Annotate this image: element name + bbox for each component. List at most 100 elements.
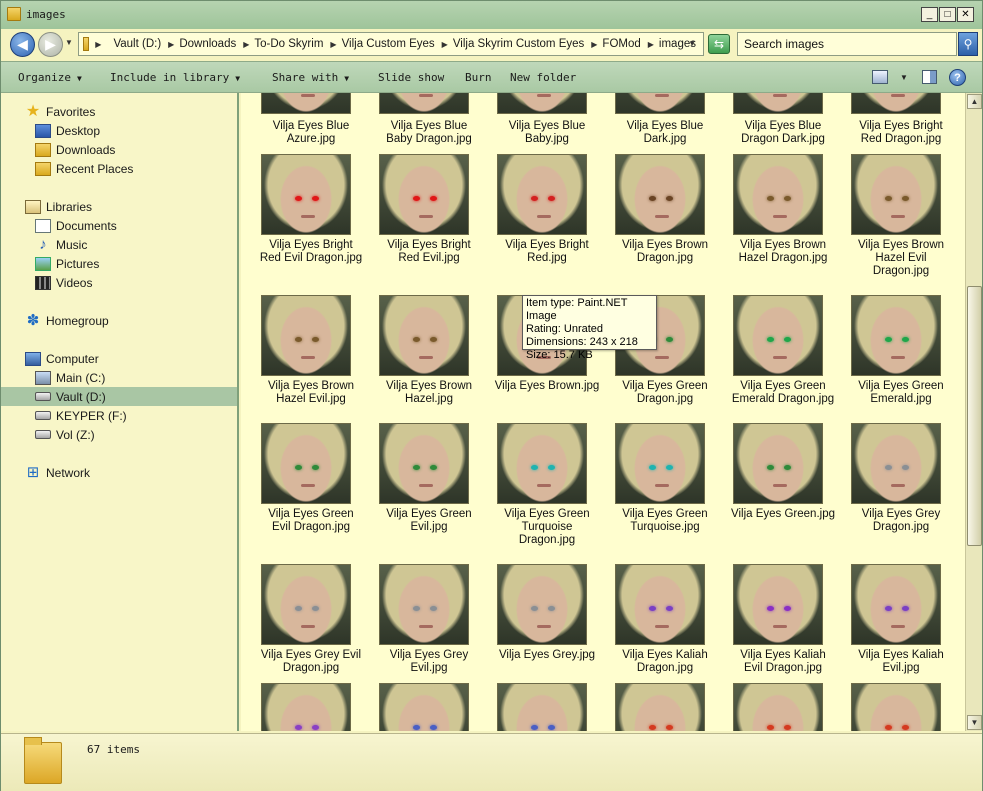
nav-label: Main (C:): [56, 370, 106, 385]
image-thumbnail: [261, 154, 351, 235]
include-in-library-label: Include in library: [110, 71, 230, 84]
help-icon[interactable]: ?: [949, 69, 966, 86]
address-row: ◀ ▶ ▼ ▶ Vault (D:) ▶ Downloads ▶ To-Do S…: [1, 29, 982, 59]
image-thumbnail: [851, 154, 941, 235]
chevron-right-icon[interactable]: ▶: [442, 40, 448, 49]
downloads-folder-icon: [35, 142, 51, 157]
file-name: Vilja Eyes Bright Red.jpg: [505, 239, 589, 264]
image-thumbnail: [851, 683, 941, 731]
nav-documents[interactable]: Documents: [1, 216, 237, 235]
file-name: Vilja Eyes Blue Baby.jpg: [508, 120, 586, 145]
image-thumbnail: [615, 93, 705, 114]
slide-show-button[interactable]: Slide show: [378, 71, 444, 84]
scroll-up-button[interactable]: ▲: [967, 94, 982, 109]
forward-button[interactable]: ▶: [38, 32, 63, 57]
organize-menu[interactable]: Organize ▼: [18, 71, 82, 84]
nav-drive-vault-d[interactable]: Vault (D:): [1, 387, 237, 406]
file-name: Vilja Eyes Blue Dragon Dark.jpg: [741, 120, 825, 145]
breadcrumb-item[interactable]: Vilja Custom Eyes: [342, 38, 435, 50]
title-bar[interactable]: images _ □ ✕: [1, 1, 982, 29]
file-name: Vilja Eyes Grey Dragon.jpg: [861, 508, 941, 533]
nav-desktop[interactable]: Desktop: [1, 121, 237, 140]
preview-pane-icon[interactable]: [922, 70, 937, 84]
nav-network[interactable]: ⊞ Network: [1, 463, 237, 482]
nav-recent-places[interactable]: Recent Places: [1, 159, 237, 178]
file-name: Vilja Eyes Green Emerald.jpg: [858, 380, 944, 405]
nav-computer[interactable]: Computer: [1, 349, 237, 368]
navigation-pane[interactable]: ★ Favorites Desktop Downloads Recent Plac…: [1, 93, 239, 731]
file-name: Vilja Eyes Brown Hazel Evil.jpg: [267, 380, 355, 405]
breadcrumb-item[interactable]: Vilja Skyrim Custom Eyes: [453, 38, 584, 50]
chevron-right-icon[interactable]: ▶: [168, 40, 174, 49]
nav-drive-main-c[interactable]: Main (C:): [1, 368, 237, 387]
breadcrumb-item[interactable]: FOMod: [602, 38, 640, 50]
image-thumbnail: [261, 564, 351, 645]
scroll-down-button[interactable]: ▼: [967, 715, 982, 730]
chevron-right-icon[interactable]: ▶: [243, 40, 249, 49]
nav-label: Pictures: [56, 256, 100, 271]
image-thumbnail: [733, 154, 823, 235]
breadcrumb-item[interactable]: Downloads: [179, 38, 236, 50]
file-name: Vilja Eyes Blue Baby Dragon.jpg: [386, 120, 472, 145]
search-icon: ⚲: [963, 37, 973, 51]
chevron-right-icon[interactable]: ▶: [591, 40, 597, 49]
refresh-icon: ⇆: [713, 37, 725, 51]
search-input[interactable]: Search images: [737, 32, 957, 56]
recent-pages-dropdown[interactable]: ▼: [65, 38, 73, 47]
view-options-dropdown[interactable]: ▼: [900, 73, 908, 82]
chevron-right-icon[interactable]: ▶: [330, 40, 336, 49]
file-tooltip: Item type: Paint.NET Image Rating: Unrat…: [522, 295, 657, 361]
nav-pictures[interactable]: Pictures: [1, 254, 237, 273]
file-list[interactable]: Vilja Eyes Blue Azure.jpg Vilja Eyes Blue…: [241, 93, 965, 731]
nav-drive-keyper-f[interactable]: KEYPER (F:): [1, 406, 237, 425]
file-name: Vilja Eyes Blue Dark.jpg: [626, 120, 704, 145]
nav-downloads[interactable]: Downloads: [1, 140, 237, 159]
scroll-thumb[interactable]: [967, 286, 982, 546]
back-button[interactable]: ◀: [10, 32, 35, 57]
address-history-dropdown[interactable]: ▼: [688, 39, 696, 48]
share-with-menu[interactable]: Share with ▼: [272, 71, 349, 84]
image-thumbnail: [615, 683, 705, 731]
image-thumbnail: [497, 564, 587, 645]
breadcrumb-root-chevron[interactable]: ▶: [95, 40, 106, 49]
image-thumbnail: [851, 295, 941, 376]
image-thumbnail: [615, 423, 705, 504]
file-name: Vilja Eyes Bright Red Dragon.jpg: [859, 120, 943, 145]
include-in-library-menu[interactable]: Include in library ▼: [110, 71, 240, 84]
nav-homegroup[interactable]: ✽ Homegroup: [1, 311, 237, 330]
file-name: Vilja Eyes Brown Hazel Evil Dragon.jpg: [857, 239, 945, 277]
image-thumbnail: [851, 93, 941, 114]
vertical-scrollbar[interactable]: ▲ ▼: [965, 93, 982, 731]
homegroup-icon: ✽: [26, 312, 40, 329]
address-bar[interactable]: ▶ Vault (D:) ▶ Downloads ▶ To-Do Skyrim …: [78, 32, 704, 56]
minimize-button[interactable]: _: [921, 7, 938, 22]
nav-drive-vol-z[interactable]: Vol (Z:): [1, 425, 237, 444]
item-count: 67 items: [87, 743, 140, 756]
nav-music[interactable]: ♪ Music: [1, 235, 237, 254]
nav-libraries[interactable]: Libraries: [1, 197, 237, 216]
refresh-button[interactable]: ⇆: [708, 34, 730, 54]
libraries-icon: [25, 199, 41, 214]
new-folder-button[interactable]: New folder: [510, 71, 576, 84]
file-name: Vilja Eyes Brown Dragon.jpg: [621, 239, 709, 264]
breadcrumb-item[interactable]: Vault (D:): [113, 38, 161, 50]
image-thumbnail: [379, 423, 469, 504]
breadcrumb-item[interactable]: To-Do Skyrim: [254, 38, 323, 50]
maximize-button[interactable]: □: [939, 7, 956, 22]
search-button[interactable]: ⚲: [958, 32, 978, 56]
nav-label: Libraries: [46, 199, 93, 214]
nav-favorites[interactable]: ★ Favorites: [1, 102, 237, 121]
change-view-icon[interactable]: [872, 70, 888, 84]
burn-button[interactable]: Burn: [465, 71, 492, 84]
close-button[interactable]: ✕: [957, 7, 974, 22]
file-name: Vilja Eyes Green Evil.jpg: [386, 508, 472, 533]
image-thumbnail: [497, 93, 587, 114]
image-thumbnail: [733, 295, 823, 376]
nav-videos[interactable]: Videos: [1, 273, 237, 292]
folder-icon: [83, 37, 90, 51]
drive-icon: [35, 411, 51, 420]
nav-label: Homegroup: [46, 313, 109, 328]
share-with-label: Share with: [272, 71, 339, 84]
videos-icon: [35, 275, 51, 290]
chevron-right-icon[interactable]: ▶: [648, 40, 654, 49]
